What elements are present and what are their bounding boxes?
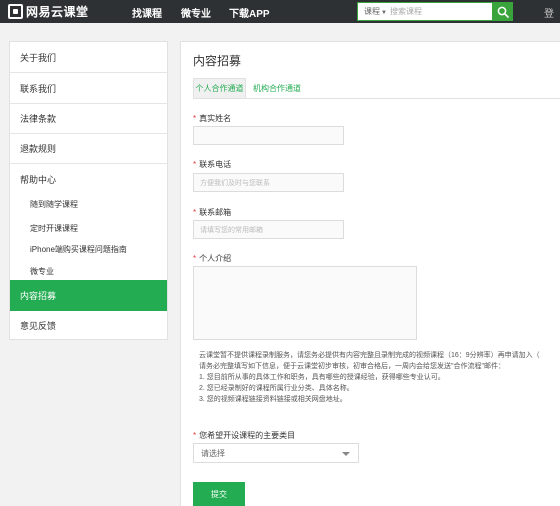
search-icon xyxy=(497,6,509,18)
search-type-label: 课程 xyxy=(364,7,380,16)
sidebar-sub-anytime[interactable]: 随到随学课程 xyxy=(10,195,167,213)
recruit-form-panel: 内容招募 个人合作通道 机构合作通道 * 真实姓名 * 联系电话 方便我们及时与您联… xyxy=(180,41,560,506)
sidebar-item-refund[interactable]: 退款规则 xyxy=(10,134,167,164)
required-mark: * xyxy=(193,431,197,440)
logo-text: 网易云课堂 xyxy=(26,5,89,19)
email-label: * 联系邮箱 xyxy=(193,207,231,218)
page-title: 内容招募 xyxy=(193,54,242,68)
sidebar-item-legal[interactable]: 法律条款 xyxy=(10,104,167,134)
tabs-divider xyxy=(193,98,560,99)
nav-download-app[interactable]: 下载APP xyxy=(229,5,270,20)
name-label: * 真实姓名 xyxy=(193,113,231,124)
search-button[interactable] xyxy=(492,2,513,21)
tab-personal[interactable]: 个人合作通道 xyxy=(193,78,246,99)
notice-line: 云课堂暂不提供课程录制服务，请您务必提供有内容完整且录制完成的视频课程（16：9… xyxy=(199,352,540,359)
sidebar-item-help[interactable]: 帮助中心 xyxy=(10,164,167,194)
chevron-down-icon xyxy=(342,452,350,456)
intro-label: * 个人介绍 xyxy=(193,253,231,264)
notice-line: 1. 您目前所从事的具体工作和职务，具有哪些的授课经验，获得哪些专业认可。 xyxy=(199,374,445,381)
category-label: * 您希望开设课程的主要类目 xyxy=(193,430,295,441)
tab-institution[interactable]: 机构合作通道 xyxy=(251,78,303,99)
phone-label-text: 联系电话 xyxy=(199,160,232,169)
required-mark: * xyxy=(193,160,197,169)
sidebar-sub-micro-major[interactable]: 微专业 xyxy=(10,262,167,280)
sidebar-menu: 关于我们 联系我们 法律条款 退款规则 帮助中心 随到随学课程 定时开课课程 i… xyxy=(9,41,168,340)
logo-icon xyxy=(8,4,23,19)
sidebar-sub-iphone-guide[interactable]: iPhone端购买课程问题指南 xyxy=(10,240,167,258)
notice-line: 3. 您的视频课程链接资料链接或相关网盘地址。 xyxy=(199,396,347,403)
top-navigation-bar: 网易云课堂 找课程 微专业 下载APP 课程▼ 登 xyxy=(0,0,560,23)
intro-label-text: 个人介绍 xyxy=(199,254,232,263)
category-select[interactable]: 请选择 xyxy=(193,443,359,463)
caret-down-icon: ▼ xyxy=(381,10,387,16)
phone-field[interactable]: 方便我们及时与您联系 xyxy=(193,173,344,192)
site-logo[interactable]: 网易云课堂 xyxy=(8,3,89,20)
required-mark: * xyxy=(193,208,197,217)
sidebar-item-about[interactable]: 关于我们 xyxy=(10,42,167,73)
intro-textarea[interactable] xyxy=(193,266,417,340)
email-label-text: 联系邮箱 xyxy=(199,208,232,217)
required-mark: * xyxy=(193,114,197,123)
category-select-value: 请选择 xyxy=(201,448,225,458)
nav-find-courses[interactable]: 找课程 xyxy=(132,5,162,20)
email-field[interactable]: 请填写您的常用邮箱 xyxy=(193,220,344,239)
name-field[interactable] xyxy=(193,126,344,145)
search-input[interactable] xyxy=(389,7,480,16)
phone-label: * 联系电话 xyxy=(193,159,231,170)
name-label-text: 真实姓名 xyxy=(199,114,232,123)
sidebar-sub-scheduled[interactable]: 定时开课课程 xyxy=(10,219,167,237)
nav-micro-major[interactable]: 微专业 xyxy=(181,5,211,20)
sidebar-item-feedback[interactable]: 意见反馈 xyxy=(10,311,167,339)
search-type-dropdown[interactable]: 课程▼ xyxy=(358,6,387,17)
login-link[interactable]: 登 xyxy=(544,5,554,20)
search-box: 课程▼ xyxy=(357,2,512,21)
notice-line: 2. 您已经录制好的课程所属行业分类、具体名称。 xyxy=(199,385,354,392)
submit-button[interactable]: 提交 xyxy=(193,482,245,506)
notice-line: 请务必完整填写如下信息，便于云课堂初步审核，初审合格后，一周内会给您发送"合作流… xyxy=(199,363,505,370)
notice-text: 云课堂暂不提供课程录制服务，请您务必提供有内容完整且录制完成的视频课程（16：9… xyxy=(199,350,555,405)
required-mark: * xyxy=(193,254,197,263)
sidebar-item-contact[interactable]: 联系我们 xyxy=(10,73,167,104)
category-label-text: 您希望开设课程的主要类目 xyxy=(199,431,296,440)
sidebar-item-recruit[interactable]: 内容招募 xyxy=(10,280,167,311)
